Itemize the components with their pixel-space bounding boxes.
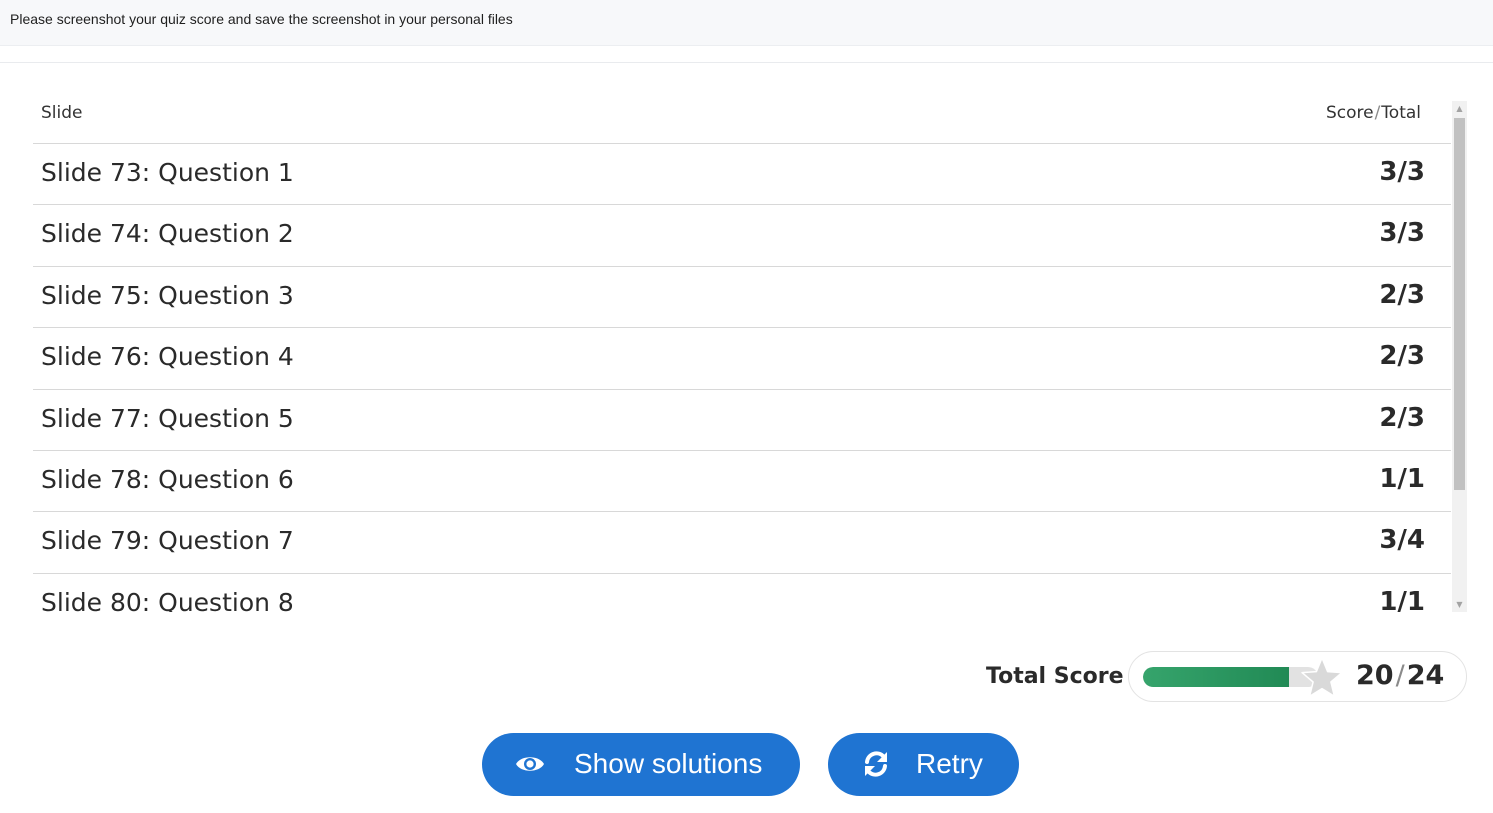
row-label: Slide 75: Question 3 [41,280,294,310]
total-score-points: 20 [1356,660,1394,691]
table-row: Slide 80: Question 8 1/1 [33,574,1451,612]
row-score: 2/3 [1379,402,1425,433]
table-row: Slide 73: Question 1 3/3 [33,144,1451,206]
star-icon [1301,657,1343,698]
row-label: Slide 76: Question 4 [41,342,294,372]
divider [0,62,1493,63]
total-score-max: 24 [1406,660,1445,691]
table-row: Slide 78: Question 6 1/1 [33,451,1451,513]
retry-label: Retry [916,748,983,779]
results-table: Slide Score/Total Slide 73: Question 1 3… [33,98,1467,612]
row-score: 2/3 [1379,341,1425,372]
score-progress-fill [1143,667,1289,687]
scroll-down-arrow-icon[interactable]: ▼ [1452,597,1467,612]
header-score: Score [1325,103,1374,123]
table-scrollbar[interactable]: ▲ ▼ [1452,101,1467,612]
header-score-total: Score/Total [1326,103,1421,123]
table-body: Slide 73: Question 1 3/3 Slide 74: Quest… [33,144,1451,612]
show-solutions-button[interactable]: Show solutions [482,733,800,796]
row-score: 3/3 [1379,218,1425,249]
row-score: 1/1 [1379,586,1425,612]
refresh-icon [865,751,887,777]
table-row: Slide 76: Question 4 2/3 [33,328,1451,390]
total-score-box: 20/24 [1128,651,1467,702]
scroll-thumb[interactable] [1454,118,1465,490]
row-label: Slide 74: Question 2 [41,219,294,249]
table-row: Slide 77: Question 5 2/3 [33,390,1451,451]
total-score-separator: / [1395,660,1405,691]
table-row: Slide 75: Question 3 2/3 [33,267,1451,329]
score-progress-bar [1143,667,1318,687]
row-label: Slide 80: Question 8 [41,587,294,612]
scroll-up-arrow-icon[interactable]: ▲ [1452,101,1467,116]
eye-icon [516,757,544,771]
row-label: Slide 77: Question 5 [41,403,294,433]
notice-text: Please screenshot your quiz score and sa… [10,11,513,27]
retry-button[interactable]: Retry [828,733,1019,796]
show-solutions-label: Show solutions [574,748,763,779]
row-label: Slide 79: Question 7 [41,526,294,556]
header-total: Total [1381,103,1421,123]
table-header: Slide Score/Total [33,98,1451,144]
total-score-value: 20/24 [1356,660,1444,691]
row-score: 1/1 [1379,463,1425,494]
table-row: Slide 79: Question 7 3/4 [33,512,1451,574]
row-score: 3/3 [1379,157,1425,187]
total-score-label: Total Score [986,664,1124,689]
notice-bar: Please screenshot your quiz score and sa… [0,0,1493,46]
row-score: 3/4 [1379,525,1425,556]
table-row: Slide 74: Question 2 3/3 [33,205,1451,267]
row-score: 2/3 [1379,279,1425,310]
row-label: Slide 78: Question 6 [41,464,294,494]
header-slide: Slide [41,103,83,123]
row-label: Slide 73: Question 1 [41,158,294,187]
